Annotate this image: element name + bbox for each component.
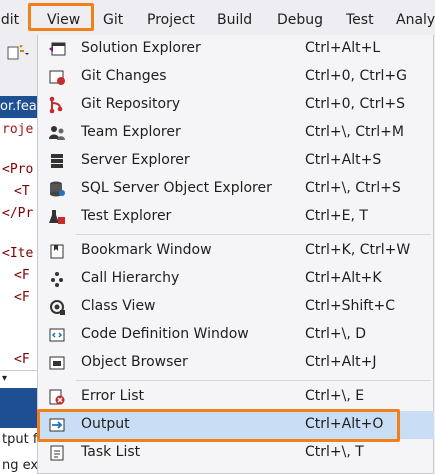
menu-item-shortcut: Ctrl+\, T <box>305 444 364 460</box>
menu-item-git-changes[interactable]: Git Changes Ctrl+0, Ctrl+G <box>39 63 434 91</box>
solution-explorer-icon <box>49 42 66 56</box>
menu-item-shortcut: Ctrl+E, T <box>305 208 368 224</box>
git-repository-icon <box>49 96 63 114</box>
menu-project[interactable]: Project <box>147 12 195 28</box>
test-explorer-icon <box>49 210 65 224</box>
menu-item-test-explorer[interactable]: Test Explorer Ctrl+E, T <box>39 203 434 231</box>
menu-test[interactable]: Test <box>346 12 374 28</box>
menu-item-shortcut: Ctrl+Alt+J <box>305 354 377 370</box>
menu-item-shortcut: Ctrl+Alt+K <box>305 270 382 286</box>
editor-tab[interactable]: or.featu <box>0 96 50 118</box>
menu-item-label: Bookmark Window <box>81 242 212 258</box>
menu-git[interactable]: Git <box>103 12 123 28</box>
menu-item-server-explorer[interactable]: Server Explorer Ctrl+Alt+S <box>39 147 434 175</box>
menu-item-bookmark-window[interactable]: Bookmark Window Ctrl+K, Ctrl+W <box>39 237 434 265</box>
class-view-icon <box>50 300 65 315</box>
menu-item-label: Git Changes <box>81 68 167 84</box>
menu-item-label: Call Hierarchy <box>81 270 180 286</box>
menu-separator <box>76 234 431 235</box>
git-changes-icon <box>49 70 65 85</box>
error-list-icon <box>49 389 65 405</box>
editor-line: </Pr <box>2 206 34 221</box>
menu-item-shortcut: Ctrl+\, Ctrl+S <box>305 180 401 196</box>
menu-item-shortcut: Ctrl+\, Ctrl+M <box>305 124 404 140</box>
sql-server-icon <box>50 181 65 197</box>
menu-item-shortcut: Ctrl+Alt+S <box>305 152 382 168</box>
menu-item-class-view[interactable]: Class View Ctrl+Shift+C <box>39 293 434 321</box>
editor-line: <F <box>14 352 30 367</box>
call-hierarchy-icon <box>51 272 63 287</box>
editor-line: <F <box>14 290 30 305</box>
menu-item-shortcut: Ctrl+\, D <box>305 326 367 342</box>
menu-item-shortcut: Ctrl+0, Ctrl+S <box>305 96 405 112</box>
menu-item-label: Code Definition Window <box>81 326 249 342</box>
menu-analyze[interactable]: Analyz <box>396 12 435 28</box>
menu-item-label: SQL Server Object Explorer <box>81 180 272 196</box>
menu-item-sql-server-object-explorer[interactable]: SQL Server Object Explorer Ctrl+\, Ctrl+… <box>39 175 434 203</box>
menu-item-label: Solution Explorer <box>81 40 201 56</box>
menu-item-label: Error List <box>81 388 145 404</box>
editor-line: <F <box>14 268 30 283</box>
menu-item-label: Task List <box>81 444 141 460</box>
menu-item-shortcut: Ctrl+K, Ctrl+W <box>305 242 411 258</box>
object-browser-icon <box>49 356 65 370</box>
dropdown-fragment[interactable]: ▾ <box>0 370 40 390</box>
menu-item-label: Team Explorer <box>81 124 181 140</box>
editor-line: <Ite <box>2 246 34 261</box>
menu-item-label: Class View <box>81 298 156 314</box>
bookmark-icon <box>50 244 64 259</box>
code-definition-icon <box>49 328 65 342</box>
menu-item-code-definition-window[interactable]: Code Definition Window Ctrl+\, D <box>39 321 434 349</box>
menu-item-shortcut: Ctrl+Shift+C <box>305 298 395 314</box>
menu-separator <box>76 380 431 381</box>
menu-item-shortcut: Ctrl+Alt+L <box>305 40 381 56</box>
menu-item-error-list[interactable]: Error List Ctrl+\, E <box>39 383 434 411</box>
menu-item-label: Git Repository <box>81 96 181 112</box>
menu-item-git-repository[interactable]: Git Repository Ctrl+0, Ctrl+S <box>39 91 434 119</box>
team-explorer-icon <box>49 126 65 140</box>
menu-build[interactable]: Build <box>217 12 252 28</box>
menu-edit[interactable]: Edit <box>0 12 19 28</box>
editor-line: roje <box>2 122 34 137</box>
menu-item-label: Test Explorer <box>81 208 172 224</box>
menu-item-shortcut: Ctrl+\, E <box>305 388 365 404</box>
menu-item-label: Server Explorer <box>81 152 190 168</box>
output-fragment: tput fr ng exte <box>0 428 51 474</box>
toolbar-fragment <box>0 35 40 71</box>
menu-item-object-browser[interactable]: Object Browser Ctrl+Alt+J <box>39 349 434 377</box>
editor-line: <T <box>14 184 30 199</box>
menu-item-shortcut: Ctrl+0, Ctrl+G <box>305 68 407 84</box>
task-list-icon <box>50 445 64 461</box>
chevron-down-icon: ▾ <box>2 373 8 384</box>
menu-item-task-list[interactable]: Task List Ctrl+\, T <box>39 439 434 467</box>
menu-item-label: Object Browser <box>81 354 188 370</box>
menu-item-call-hierarchy[interactable]: Call Hierarchy Ctrl+Alt+K <box>39 265 434 293</box>
menu-item-solution-explorer[interactable]: Solution Explorer Ctrl+Alt+L <box>39 35 434 63</box>
panel-header-fragment <box>0 388 40 428</box>
server-explorer-icon <box>51 154 63 168</box>
menu-item-team-explorer[interactable]: Team Explorer Ctrl+\, Ctrl+M <box>39 119 434 147</box>
editor-fragment: roje <Pro <T </Pr <Ite <F <F <F <box>0 118 40 370</box>
new-item-icon[interactable] <box>6 45 30 61</box>
view-menu-highlight <box>28 3 94 31</box>
output-item-highlight <box>37 409 400 442</box>
editor-line: <Pro <box>2 162 34 177</box>
menu-debug[interactable]: Debug <box>277 12 323 28</box>
